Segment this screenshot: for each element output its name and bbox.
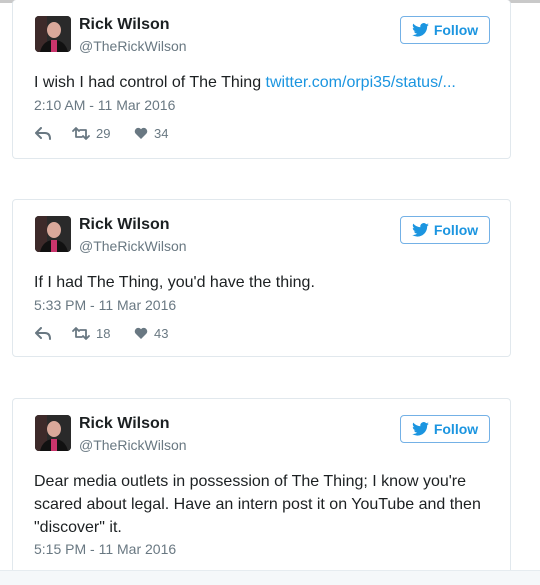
- like-button[interactable]: 43: [134, 326, 168, 341]
- tweet-text: I wish I had control of The Thing twitte…: [34, 71, 494, 94]
- reply-button[interactable]: [35, 127, 72, 140]
- retweet-icon: [72, 327, 90, 340]
- like-button[interactable]: 34: [134, 126, 168, 141]
- retweet-button[interactable]: 18: [72, 326, 134, 341]
- reply-button[interactable]: [35, 327, 72, 340]
- tweet-text-line: Dear media outlets in possession of The …: [34, 473, 467, 490]
- retweet-count: 29: [96, 126, 111, 141]
- tweet-date[interactable]: 5:15 PM - 11 Mar 2016: [34, 541, 176, 557]
- retweet-count: 18: [96, 326, 111, 341]
- tweet-text-line: "discover" it.: [34, 519, 122, 536]
- reply-icon: [35, 327, 51, 340]
- twitter-bird-icon: [411, 223, 429, 237]
- author-name[interactable]: Rick Wilson: [79, 16, 170, 34]
- follow-button[interactable]: Follow: [400, 16, 490, 44]
- tweet-date[interactable]: 5:33 PM - 11 Mar 2016: [34, 297, 176, 313]
- tweet-text-body: I wish I had control of The Thing: [34, 74, 266, 91]
- follow-label: Follow: [433, 222, 479, 238]
- twitter-bird-icon: [411, 422, 429, 436]
- tweet-actions: 29 34: [35, 126, 168, 141]
- author-name[interactable]: Rick Wilson: [79, 415, 170, 433]
- heart-icon: [134, 127, 148, 139]
- follow-button[interactable]: Follow: [400, 415, 490, 443]
- follow-label: Follow: [433, 22, 479, 38]
- like-count: 43: [154, 326, 169, 341]
- tweet-link[interactable]: twitter.com/orpi35/status/...: [266, 74, 456, 91]
- follow-label: Follow: [433, 421, 479, 437]
- author-handle[interactable]: @TheRickWilson: [79, 437, 187, 453]
- author-handle[interactable]: @TheRickWilson: [79, 238, 187, 254]
- tweet-card: Rick Wilson @TheRickWilson Follow Dear m…: [12, 398, 511, 584]
- bottom-strip: [0, 570, 540, 585]
- retweet-button[interactable]: 29: [72, 126, 134, 141]
- tweet-card: Rick Wilson @TheRickWilson Follow If I h…: [12, 199, 511, 357]
- tweet-card: Rick Wilson @TheRickWilson Follow I wish…: [12, 0, 511, 159]
- tweet-date[interactable]: 2:10 AM - 11 Mar 2016: [34, 97, 175, 113]
- author-name[interactable]: Rick Wilson: [79, 216, 170, 234]
- tweet-text: If I had The Thing, you'd have the thing…: [34, 274, 315, 291]
- twitter-bird-icon: [411, 23, 429, 37]
- avatar[interactable]: [35, 216, 71, 252]
- reply-icon: [35, 127, 51, 140]
- avatar[interactable]: [35, 415, 71, 451]
- heart-icon: [134, 327, 148, 339]
- retweet-icon: [72, 127, 90, 140]
- like-count: 34: [154, 126, 169, 141]
- tweet-actions: 18 43: [35, 326, 168, 341]
- tweet-text: Dear media outlets in possession of The …: [34, 470, 494, 539]
- tweet-text-line: scared about legal. Have an intern post …: [34, 496, 481, 513]
- avatar[interactable]: [35, 16, 71, 52]
- author-handle[interactable]: @TheRickWilson: [79, 38, 187, 54]
- follow-button[interactable]: Follow: [400, 216, 490, 244]
